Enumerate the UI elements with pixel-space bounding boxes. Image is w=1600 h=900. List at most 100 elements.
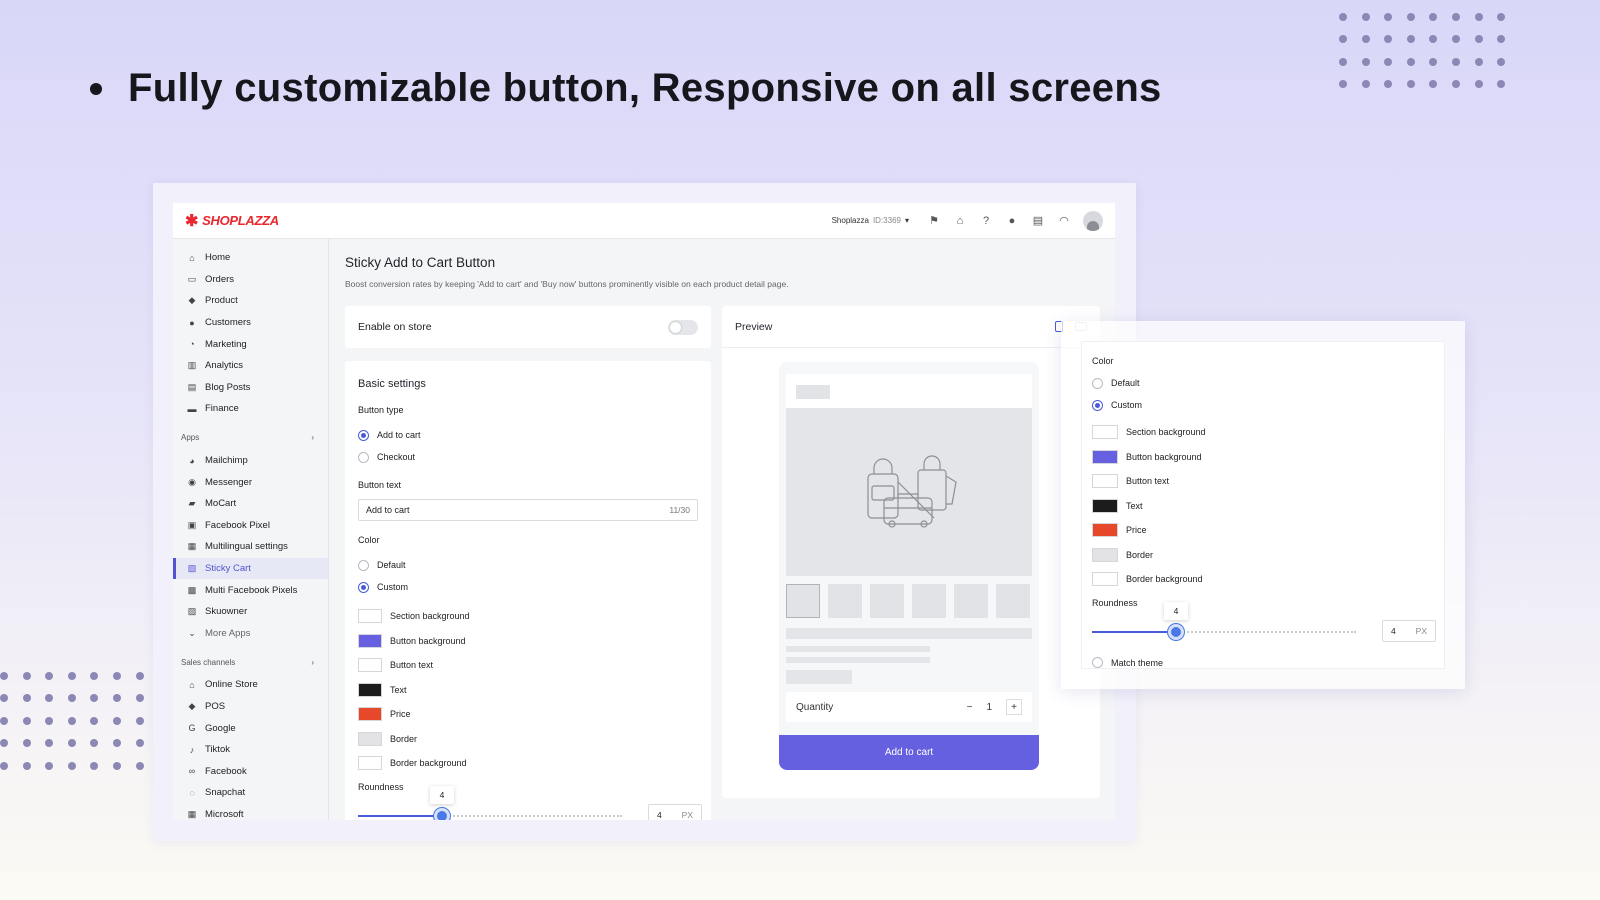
color-swatch-row[interactable]: Text (358, 678, 698, 703)
color-swatch[interactable] (358, 731, 382, 746)
thumbnail[interactable] (828, 584, 862, 618)
color-swatch-row[interactable]: Section background (1092, 420, 1434, 445)
color-swatch-row[interactable]: Price (1092, 518, 1434, 543)
button-type-radio[interactable] (358, 451, 369, 463)
roundness-input[interactable]: 4 PX (648, 803, 702, 820)
sidebar-item-product[interactable]: ◆ Product (173, 290, 328, 312)
slider-handle[interactable] (434, 807, 450, 820)
color-swatch-row[interactable]: Border (1092, 543, 1434, 568)
color-swatch[interactable] (358, 756, 382, 771)
thumbnail[interactable] (870, 584, 904, 618)
sidebar-item-finance[interactable]: ▬ Finance (173, 398, 328, 420)
minus-icon[interactable]: − (967, 702, 973, 713)
shoplazza-logo[interactable]: ✱ SHOPLAZZA (185, 211, 279, 231)
color-swatch-row[interactable]: Border background (358, 751, 698, 776)
sidebar-item-orders[interactable]: ▭ Orders (173, 269, 328, 291)
color-swatch[interactable] (358, 633, 382, 648)
color-mode-radio[interactable] (1092, 377, 1103, 389)
color-swatch[interactable] (1092, 425, 1118, 440)
sidebar-app-mailchimp[interactable]: ◕ Mailchimp (173, 450, 328, 472)
color-swatch[interactable] (1092, 572, 1118, 587)
help-icon[interactable]: ? (979, 214, 993, 228)
roundness-slider[interactable]: 4 4 PX (1092, 601, 1436, 648)
color-swatch[interactable] (1092, 474, 1118, 489)
more-apps-link[interactable]: ⌄ More Apps (173, 623, 328, 645)
wifi-icon[interactable]: ◠ (1057, 214, 1071, 228)
sidebar-app-facebook-pixel[interactable]: ▣ Facebook Pixel (173, 515, 328, 537)
thumbnail[interactable] (996, 584, 1030, 618)
thumbnail[interactable] (912, 584, 946, 618)
sidebar-app-skuowner[interactable]: ▨ Skuowner (173, 601, 328, 623)
add-to-cart-button[interactable]: Add to cart (779, 735, 1039, 770)
color-mode-option[interactable]: Default (1092, 372, 1434, 394)
color-mode-radio[interactable] (358, 581, 369, 593)
button-type-option[interactable]: Add to cart (358, 424, 698, 446)
sidebar-app-messenger[interactable]: ◉ Messenger (173, 471, 328, 493)
color-swatch-row[interactable]: Price (358, 702, 698, 727)
dot (1384, 57, 1393, 66)
sales-channels-header[interactable]: Sales channels › (173, 650, 328, 674)
color-swatch[interactable] (358, 682, 382, 697)
sidebar-channel-pos[interactable]: ◆ POS (173, 696, 328, 718)
sidebar-app-multilingual-settings[interactable]: ▦ Multilingual settings (173, 536, 328, 558)
sidebar-item-analytics[interactable]: ▥ Analytics (173, 355, 328, 377)
sidebar-channel-microsoft[interactable]: ▦ Microsoft (173, 804, 328, 820)
sidebar-item-label: Messenger (205, 476, 252, 488)
color-swatch-row[interactable]: Text (1092, 494, 1434, 519)
color-swatch-row[interactable]: Button background (1092, 445, 1434, 470)
enable-toggle[interactable] (668, 319, 698, 335)
match-theme-radio[interactable] (1092, 657, 1103, 668)
match-theme-option[interactable]: Match theme (1092, 652, 1434, 674)
button-text-input[interactable]: Add to cart 11/30 (358, 499, 698, 521)
color-swatch[interactable] (358, 609, 382, 624)
sidebar-item-label: Online Store (205, 679, 258, 691)
thumbnail-selected[interactable] (786, 584, 820, 618)
sidebar-item-marketing[interactable]: ◔ Marketing (173, 333, 328, 355)
sidebar-app-mocart[interactable]: ▰ MoCart (173, 493, 328, 515)
thumbnail[interactable] (954, 584, 988, 618)
color-swatch-row[interactable]: Button background (358, 629, 698, 654)
store-switcher[interactable]: Shoplazza ID:3369 ▾ (832, 216, 909, 225)
sidebar-channel-snapchat[interactable]: ◌ Snapchat (173, 782, 328, 804)
button-type-radio[interactable] (358, 429, 369, 441)
bell-icon[interactable]: ● (1005, 214, 1019, 228)
sidebar-item-label: Sticky Cart (205, 563, 251, 575)
avatar[interactable] (1083, 210, 1103, 231)
slider-handle[interactable] (1168, 623, 1184, 640)
sidebar-channel-facebook[interactable]: ∞ Facebook (173, 760, 328, 782)
color-swatch[interactable] (358, 707, 382, 722)
roundness-slider[interactable]: 4 4 PX (358, 785, 702, 820)
color-swatch[interactable] (1092, 498, 1118, 513)
skuowner-icon: ▨ (187, 606, 197, 617)
sidebar-item-blog-posts[interactable]: ▤ Blog Posts (173, 377, 328, 399)
chat-icon[interactable]: ▤ (1031, 214, 1045, 228)
sidebar-item-customers[interactable]: ● Customers (173, 312, 328, 334)
color-swatch-row[interactable]: Border (358, 727, 698, 752)
color-swatch-row[interactable]: Button text (358, 653, 698, 678)
color-swatch-row[interactable]: Section background (358, 604, 698, 629)
color-mode-option[interactable]: Custom (1092, 394, 1434, 416)
sidebar-app-multi-facebook-pixels[interactable]: ▩ Multi Facebook Pixels (173, 579, 328, 601)
color-mode-option[interactable]: Custom (358, 576, 698, 598)
color-swatch[interactable] (1092, 449, 1118, 464)
color-swatch-row[interactable]: Border background (1092, 567, 1434, 592)
sidebar-channel-online-store[interactable]: ⌂ Online Store (173, 674, 328, 696)
sidebar-channel-tiktok[interactable]: ♪ Tiktok (173, 739, 328, 761)
color-swatch[interactable] (358, 658, 382, 673)
sidebar-item-home[interactable]: ⌂ Home (173, 247, 328, 269)
roundness-input[interactable]: 4 PX (1382, 619, 1436, 642)
color-mode-radio[interactable] (1092, 399, 1103, 411)
color-swatch[interactable] (1092, 523, 1118, 538)
plus-icon[interactable]: + (1006, 699, 1022, 715)
flag-icon[interactable]: ⚑ (927, 214, 941, 228)
color-swatch-row[interactable]: Button text (1092, 469, 1434, 494)
color-mode-option[interactable]: Default (358, 554, 698, 576)
sidebar-app-sticky-cart[interactable]: ▧ Sticky Cart (173, 557, 328, 580)
button-type-option[interactable]: Checkout (358, 446, 698, 468)
facebook-pixel-icon: ▣ (187, 519, 197, 530)
color-mode-radio[interactable] (358, 559, 369, 571)
storefront-icon[interactable]: ⌂ (953, 214, 967, 228)
apps-section-header[interactable]: Apps › (173, 426, 328, 450)
color-swatch[interactable] (1092, 547, 1118, 562)
sidebar-channel-google[interactable]: G Google (173, 717, 328, 739)
